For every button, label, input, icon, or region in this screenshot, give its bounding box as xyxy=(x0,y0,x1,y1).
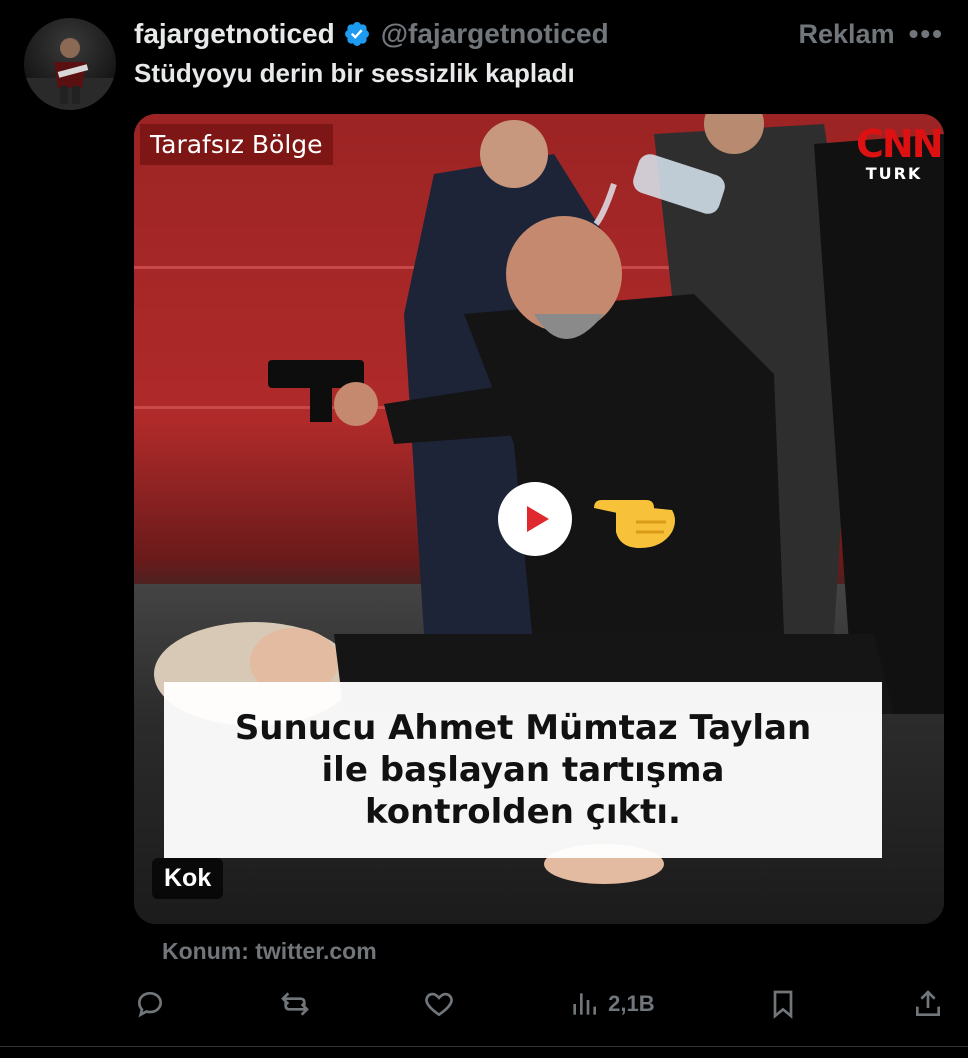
channel-logo-sub: TURK xyxy=(865,164,923,183)
heart-icon xyxy=(425,992,454,1017)
bookmark-icon xyxy=(773,990,793,1019)
action-bar: 2,1B xyxy=(134,984,944,1024)
video-caption-text: Sunucu Ahmet Mümtaz Taylan ile başlayan … xyxy=(234,708,812,832)
share-button[interactable] xyxy=(912,988,944,1020)
video-caption: Sunucu Ahmet Mümtaz Taylan ile başlayan … xyxy=(164,682,882,858)
reply-button[interactable] xyxy=(134,988,166,1020)
divider xyxy=(0,1046,968,1047)
retweet-button[interactable] xyxy=(279,988,311,1020)
play-icon[interactable] xyxy=(498,482,572,556)
more-horizontal-icon[interactable]: ••• xyxy=(909,18,944,50)
display-name[interactable]: fajargetnoticed xyxy=(134,18,335,50)
avatar[interactable] xyxy=(24,18,116,110)
share-icon xyxy=(916,990,940,1016)
bookmark-button[interactable] xyxy=(767,988,799,1020)
video-media[interactable]: Tarafsız Bölge CNN TURK Sunucu Ahmet Müm… xyxy=(134,114,944,924)
channel-logo-text: CNN xyxy=(856,122,944,166)
user-handle[interactable]: @fajargetnoticed xyxy=(381,18,609,50)
views-icon xyxy=(573,993,597,1015)
like-button[interactable] xyxy=(423,988,455,1020)
tweet-text: Stüdyoyu derin bir sessizlik kapladı xyxy=(134,58,575,88)
channel-logo: CNN TURK xyxy=(856,122,944,183)
views-count: 2,1B xyxy=(608,991,655,1016)
tweet-header: fajargetnoticed @fajargetnoticed Reklam … xyxy=(134,14,944,54)
views-button[interactable]: 2,1B xyxy=(568,988,655,1020)
retweet-icon xyxy=(280,992,309,1016)
reply-icon xyxy=(137,991,163,1018)
location-link[interactable]: Konum: twitter.com xyxy=(162,938,377,965)
program-tag: Tarafsız Bölge xyxy=(140,124,333,165)
pointing-right-emoji xyxy=(594,500,675,548)
ad-label: Reklam xyxy=(798,18,895,49)
source-badge: Kok xyxy=(152,858,224,899)
verified-badge-icon xyxy=(344,22,369,46)
